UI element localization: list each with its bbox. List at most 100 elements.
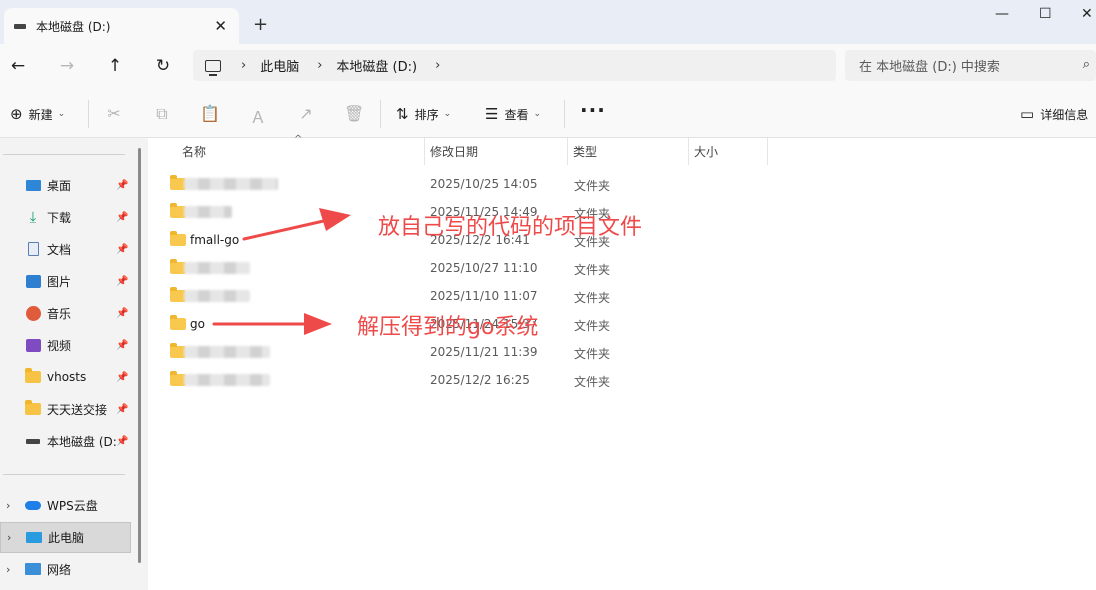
table-row[interactable]: 2025/10/25 14:05 文件夹: [148, 170, 1096, 198]
pin-icon[interactable]: 📌: [116, 276, 128, 287]
document-icon: [25, 241, 41, 257]
folder-icon: [25, 368, 41, 385]
pin-icon[interactable]: 📌: [116, 404, 128, 415]
tab-bar: 本地磁盘 (D:) ✕ + — ☐ ✕: [0, 0, 1096, 44]
table-row[interactable]: 2025/11/21 11:39 文件夹: [148, 338, 1096, 366]
delete-icon[interactable]: 🗑: [344, 104, 364, 123]
chevron-right-icon[interactable]: ›: [6, 563, 10, 576]
sidebar-item-music[interactable]: 音乐 📌: [0, 300, 131, 326]
file-list-pane: ^ 名称 修改日期 类型 大小 2025/10/25 14:05 文件夹 202…: [148, 134, 1096, 590]
blurred-name: [184, 290, 250, 302]
column-header-modified[interactable]: 修改日期: [430, 138, 478, 165]
cloud-icon: [25, 497, 41, 513]
sidebar-item-documents[interactable]: 文档 📌: [0, 236, 131, 262]
pin-icon[interactable]: 📌: [116, 212, 128, 223]
drive-icon: [14, 23, 26, 29]
command-bar: ⊕ 新建 ⌄ ✂ ⧉ 📋 Ａ ↗ 🗑 ⇅ 排序 ⌄ ☰ 查看 ⌄ ··· ▭ 详…: [0, 90, 1096, 138]
annotation-text-go: 解压得到的go系统: [357, 315, 539, 340]
back-button[interactable]: ←: [6, 56, 30, 76]
blurred-name: [184, 262, 250, 274]
table-row[interactable]: go 2025/11/24 15:37 文件夹: [148, 310, 1096, 338]
column-header-size[interactable]: 大小: [694, 138, 718, 165]
folder-icon: [170, 231, 186, 246]
chevron-down-icon: ⌄: [57, 109, 66, 119]
rename-icon[interactable]: Ａ: [248, 104, 268, 128]
drive-icon: [25, 433, 41, 449]
sidebar-item-wps-cloud[interactable]: › WPS云盘: [0, 492, 131, 518]
picture-icon: [25, 273, 41, 289]
sidebar-item-videos[interactable]: 视频 📌: [0, 332, 131, 358]
breadcrumb-local-disk-d[interactable]: 本地磁盘 (D:): [336, 56, 417, 75]
divider: [3, 154, 125, 155]
download-icon: ⤓: [29, 208, 37, 226]
blurred-name: [184, 374, 270, 386]
forward-button[interactable]: →: [55, 56, 79, 76]
close-tab-icon[interactable]: ✕: [214, 17, 227, 35]
search-input[interactable]: 在 本地磁盘 (D:) 中搜索 ⌕: [845, 50, 1096, 81]
pin-icon[interactable]: 📌: [116, 308, 128, 319]
pin-icon[interactable]: 📌: [116, 372, 128, 383]
sidebar-item-local-disk-d[interactable]: 本地磁盘 (D: 📌: [0, 428, 131, 454]
chevron-down-icon: ⌄: [533, 109, 542, 119]
pin-icon[interactable]: 📌: [116, 436, 128, 447]
network-icon: [25, 561, 41, 577]
column-divider[interactable]: [767, 138, 768, 165]
sidebar-scrollbar[interactable]: [138, 148, 141, 563]
pin-icon[interactable]: 📌: [116, 180, 128, 191]
sidebar-item-handover[interactable]: 天天送交接 📌: [0, 396, 131, 422]
address-bar[interactable]: › 此电脑 › 本地磁盘 (D:) ›: [193, 50, 836, 81]
new-tab-button[interactable]: +: [253, 14, 268, 35]
up-button[interactable]: ↑: [103, 56, 127, 76]
sidebar-item-pictures[interactable]: 图片 📌: [0, 268, 131, 294]
divider: [88, 100, 89, 128]
table-row[interactable]: 2025/12/2 16:25 文件夹: [148, 366, 1096, 394]
sidebar-item-downloads[interactable]: ⤓ 下载 📌: [0, 204, 131, 230]
sort-button[interactable]: ⇅ 排序 ⌄: [396, 105, 451, 123]
table-row[interactable]: 2025/11/10 11:07 文件夹: [148, 282, 1096, 310]
sidebar-item-vhosts[interactable]: vhosts 📌: [0, 364, 131, 390]
view-label: 查看: [504, 107, 529, 122]
maximize-button[interactable]: ☐: [1039, 6, 1052, 22]
sort-icon: ⇅: [396, 105, 409, 123]
chevron-right-icon[interactable]: ›: [7, 531, 11, 544]
table-row[interactable]: 2025/10/27 11:10 文件夹: [148, 254, 1096, 282]
column-header-name[interactable]: 名称: [182, 138, 206, 165]
column-divider[interactable]: [567, 138, 568, 165]
blurred-name: [184, 346, 270, 358]
chevron-right-icon[interactable]: ›: [6, 499, 10, 512]
navigation-pane: 桌面 📌 ⤓ 下载 📌 文档 📌 图片 📌 音乐 📌 视频 📌 vhosts 📌…: [0, 138, 148, 590]
cut-icon[interactable]: ✂: [104, 104, 124, 123]
breadcrumb-this-pc[interactable]: 此电脑: [260, 56, 299, 75]
video-icon: [25, 337, 41, 353]
share-icon[interactable]: ↗: [296, 104, 316, 123]
refresh-button[interactable]: ↻: [151, 56, 175, 76]
breadcrumb-separator[interactable]: ›: [317, 58, 322, 73]
sidebar-item-network[interactable]: › 网络: [0, 556, 131, 582]
address-row: ← → ↑ ↻ › 此电脑 › 本地磁盘 (D:) › 在 本地磁盘 (D:) …: [0, 44, 1096, 90]
copy-icon[interactable]: ⧉: [152, 104, 172, 124]
sidebar-item-this-pc[interactable]: › 此电脑: [0, 522, 131, 553]
sort-label: 排序: [414, 107, 439, 122]
column-divider[interactable]: [424, 138, 425, 165]
pin-icon[interactable]: 📌: [116, 340, 128, 351]
minimize-button[interactable]: —: [995, 6, 1009, 22]
breadcrumb-separator[interactable]: ›: [435, 58, 440, 73]
details-label: 详细信息: [1040, 107, 1089, 122]
tab-local-disk-d[interactable]: 本地磁盘 (D:) ✕: [4, 8, 239, 44]
more-options-button[interactable]: ···: [580, 98, 606, 122]
details-button[interactable]: ▭ 详细信息: [1020, 105, 1088, 123]
pin-icon[interactable]: 📌: [116, 244, 128, 255]
column-header-type[interactable]: 类型: [573, 138, 597, 165]
close-window-button[interactable]: ✕: [1081, 6, 1093, 22]
divider: [380, 100, 381, 128]
file-name: fmall-go: [190, 233, 240, 247]
view-button[interactable]: ☰ 查看 ⌄: [485, 105, 541, 123]
view-list-icon: ☰: [485, 105, 499, 123]
music-icon: [25, 305, 41, 321]
new-button[interactable]: ⊕ 新建 ⌄: [10, 105, 65, 123]
breadcrumb-separator[interactable]: ›: [241, 58, 246, 73]
sidebar-item-desktop[interactable]: 桌面 📌: [0, 172, 131, 198]
search-icon[interactable]: ⌕: [1083, 57, 1090, 72]
paste-icon[interactable]: 📋: [200, 104, 220, 123]
column-divider[interactable]: [688, 138, 689, 165]
